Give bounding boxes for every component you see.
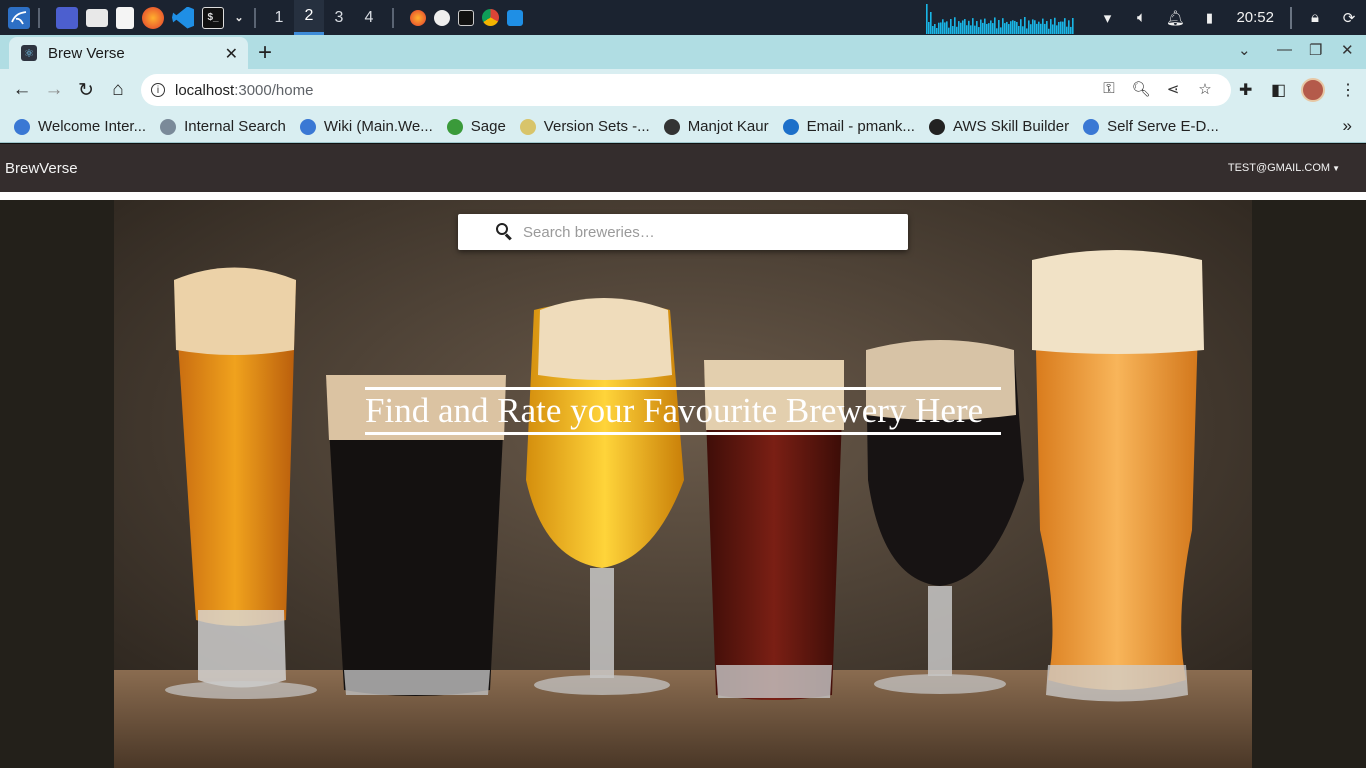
search-icon [160,118,177,135]
bookmark-star-icon[interactable]: ☆ [1189,80,1221,98]
restore-icon[interactable]: ❐ [1309,41,1322,59]
kebab-menu-icon[interactable]: ⋮ [1340,80,1356,100]
brewery-search-input[interactable] [523,223,883,241]
reload-icon[interactable]: ↻ [74,78,98,102]
user-menu[interactable]: TEST@GMAIL.COM ▼ [1228,162,1340,174]
bookmark-label: Version Sets -... [543,118,650,135]
profile-avatar[interactable] [1301,78,1325,102]
user-email: TEST@GMAIL.COM [1227,162,1331,174]
workspace-1[interactable]: 1 [264,0,294,35]
tab-search-icon[interactable]: ⌄ [1238,41,1251,59]
tab-title: Brew Verse [48,44,125,62]
hero-section: Find and Rate your Favourite Brewery Her… [0,200,1366,768]
chevron-down-icon[interactable]: ⌄ [232,7,246,29]
share-icon[interactable]: ⋖ [1157,80,1189,98]
bookmark-item[interactable]: Version Sets -... [519,118,650,135]
home-icon[interactable]: ⌂ [106,78,130,102]
wiki-icon [299,118,316,135]
brewery-search-bar[interactable] [458,214,908,250]
tray-separator [1290,6,1292,29]
close-window-icon[interactable]: ✕ [1341,41,1354,59]
workspace-4[interactable]: 4 [354,0,384,35]
app-navbar: BrewVerse TEST@GMAIL.COM ▼ [0,144,1366,192]
taskbar-separator [392,7,394,28]
desktop-icon[interactable] [56,6,78,29]
vscode-icon[interactable] [172,6,194,29]
aws-icon [928,118,945,135]
wiki-icon [14,118,30,135]
phone-icon [663,118,680,135]
wifi-icon[interactable]: ▾ [1097,8,1117,28]
bookmark-item[interactable]: Internal Search [160,118,286,135]
bookmark-item[interactable]: Sage [446,118,506,135]
side-panel-icon[interactable]: ◧ [1271,80,1286,100]
minimize-icon[interactable]: — [1277,41,1292,58]
wiki-icon [1083,118,1100,135]
navbar-divider [0,192,1366,200]
bookmark-label: Welcome Inter... [38,118,147,135]
new-tab-button[interactable]: + [258,39,272,67]
bookmark-label: Internal Search [184,118,286,135]
bookmark-item[interactable]: Email - pmank... [782,118,915,135]
extensions-puzzle-icon[interactable]: ✚ [1239,80,1252,100]
bookmark-item[interactable]: Welcome Inter... [14,118,146,135]
lock-icon[interactable]: 🔒︎ [1305,8,1325,28]
react-favicon-icon: ⚛ [21,45,37,61]
bookmark-item[interactable]: Wiki (Main.We... [299,118,433,135]
terminal-icon[interactable]: $_ [202,6,224,29]
search-icon [496,223,514,241]
clock[interactable]: 20:52 [1236,9,1274,26]
kali-menu-icon[interactable] [8,6,30,29]
close-tab-icon[interactable]: ✕ [225,44,238,64]
vscode-window-icon[interactable] [507,9,523,26]
leaf-icon [446,118,463,135]
site-info-icon[interactable]: i [151,83,165,97]
zoom-icon[interactable]: 🔍︎ [1125,80,1157,98]
version-sets-icon [519,118,536,135]
bookmark-item[interactable]: Self Serve E-D... [1083,118,1219,135]
chrome-window-icon[interactable] [482,9,499,26]
firefox-icon[interactable] [142,6,164,29]
bookmark-label: Wiki (Main.We... [323,118,433,135]
refresh-icon[interactable]: ⟳ [1339,8,1359,28]
address-bar[interactable]: i localhost:3000/home ⚿ 🔍︎ ⋖ ☆ [141,74,1231,106]
notification-bell-icon[interactable]: 🔔︎ [1165,8,1185,28]
volume-icon[interactable]: 🔈︎ [1131,8,1151,28]
workspace-3[interactable]: 3 [324,0,354,35]
forward-icon[interactable]: → [42,78,66,102]
page-content: BrewVerse TEST@GMAIL.COM ▼ Search brewer… [0,144,1366,768]
bookmarks-bar: Welcome Inter... Internal Search Wiki (Mai… [0,111,1366,143]
beer-glasses-image [114,200,1252,768]
bookmark-label: AWS Skill Builder [952,118,1070,135]
taskbar-separator [254,7,256,28]
url-text[interactable]: localhost:3000/home [175,82,313,99]
audio-visualizer-icon [926,4,1075,34]
bookmark-label: Self Serve E-D... [1107,118,1219,135]
back-icon[interactable]: ← [10,78,34,102]
brand-logo[interactable]: BrewVerse [5,160,78,177]
workspace-2[interactable]: 2 [294,0,324,35]
bookmark-label: Manjot Kaur [687,118,769,135]
bookmark-label: Email - pmank... [806,118,915,135]
app-window-icon[interactable] [434,9,450,26]
browser-toolbar: ← → ↻ ⌂ i localhost:3000/home ⚿ 🔍︎ ⋖ ☆ ✚… [0,69,1366,111]
firefox-window-icon[interactable] [410,9,426,26]
text-editor-icon[interactable] [116,6,134,29]
terminal-window-icon[interactable] [458,9,474,26]
outlook-icon [782,118,799,135]
bookmark-item[interactable]: Manjot Kaur [663,118,769,135]
caret-down-icon: ▼ [1332,164,1340,173]
hero-headline: Find and Rate your Favourite Brewery Her… [365,387,1001,435]
os-taskbar: $_ ⌄ 1 2 3 4 ▾ 🔈︎ 🔔︎ ▮ 20:52 🔒︎ ⟳ [0,0,1366,35]
taskbar-separator [38,7,40,28]
bookmark-item[interactable]: AWS Skill Builder [928,118,1070,135]
tab-brew-verse[interactable]: ⚛ Brew Verse ✕ [9,37,248,69]
browser-tabstrip: ⚛ Brew Verse ✕ + ⌄ — ❐ ✕ [0,35,1366,69]
battery-icon[interactable]: ▮ [1199,8,1219,28]
more-bookmarks-icon[interactable]: » [1343,116,1352,136]
key-icon[interactable]: ⚿ [1093,80,1125,98]
files-icon[interactable] [86,8,108,27]
bookmark-label: Sage [470,118,506,135]
